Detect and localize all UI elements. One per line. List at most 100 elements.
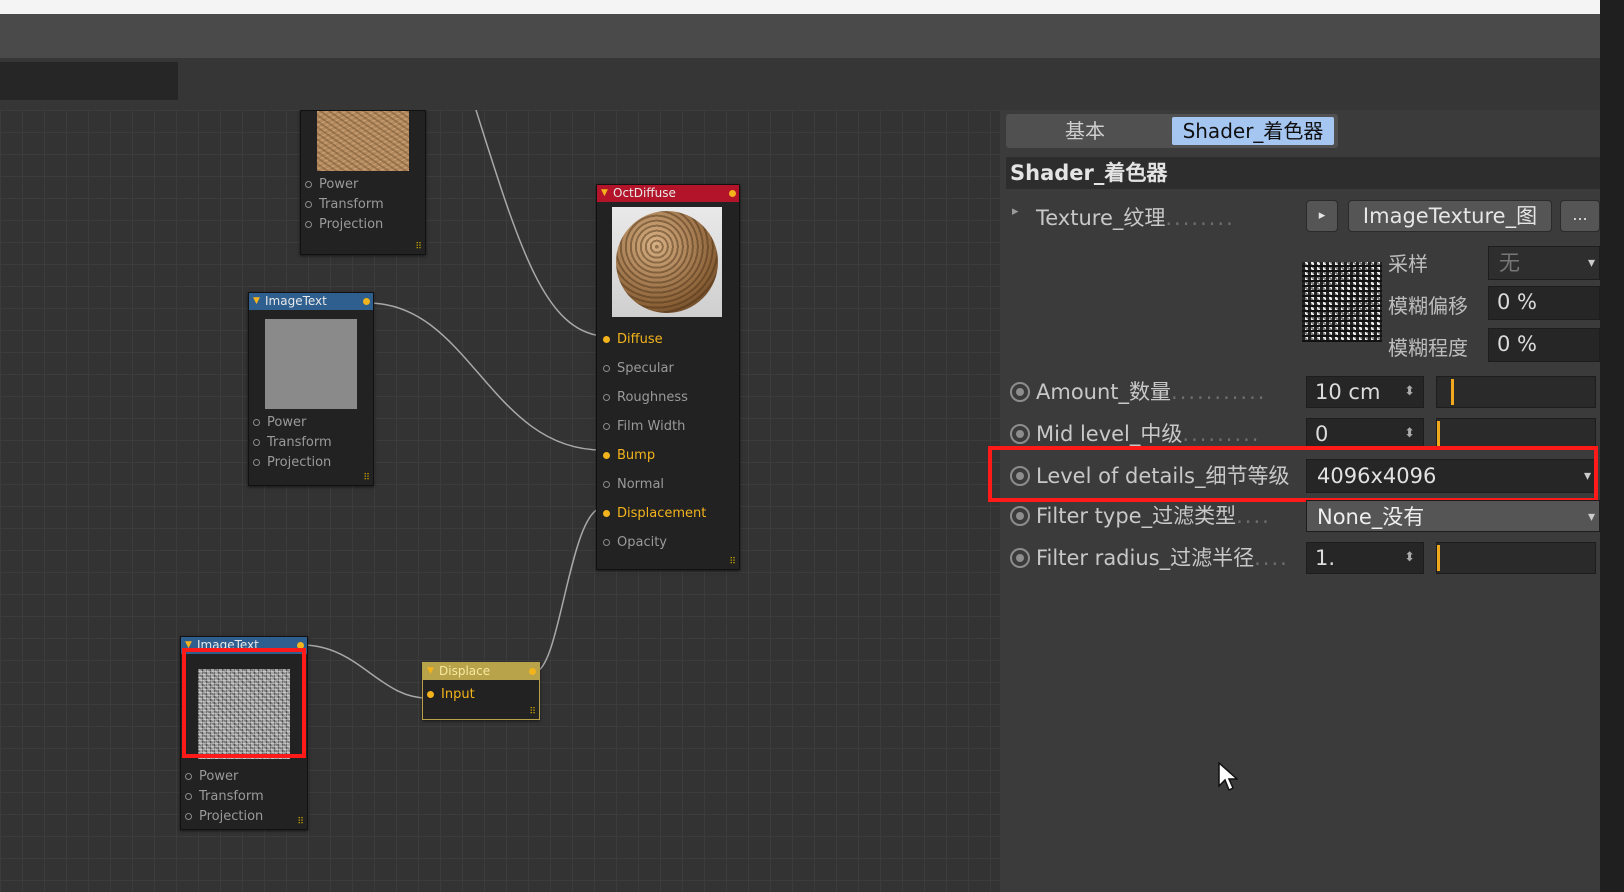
- port-dot-icon: [185, 793, 192, 800]
- texture-thumbnail-sand: [317, 111, 409, 171]
- port-specular[interactable]: Specular: [599, 354, 723, 383]
- port-power[interactable]: Power: [249, 413, 373, 433]
- material-preview: [612, 207, 722, 317]
- port-bump[interactable]: Bump: [599, 441, 723, 470]
- filter-type-label: Filter type_过滤类型....: [1036, 504, 1271, 528]
- highlight-box-thumbnail: [182, 648, 306, 758]
- output-pin-icon[interactable]: [363, 298, 370, 305]
- filter-radius-label: Filter radius_过滤半径....: [1036, 546, 1289, 570]
- port-dot-icon: [185, 773, 192, 780]
- sampling-dropdown[interactable]: 无 ▾: [1488, 246, 1600, 280]
- slider-knob[interactable]: [1437, 421, 1440, 447]
- port-transform[interactable]: Transform: [301, 195, 425, 215]
- output-pin-icon[interactable]: [529, 668, 536, 675]
- texture-more-button[interactable]: ...: [1560, 200, 1600, 232]
- collapse-triangle-icon[interactable]: ▼: [253, 293, 260, 310]
- blur-offset-field[interactable]: 0 %: [1488, 286, 1600, 320]
- texture-arrow-button[interactable]: ▸: [1306, 200, 1338, 232]
- amount-field[interactable]: 10 cm ⬍: [1306, 376, 1424, 408]
- wire-bottom-to-displace: [301, 644, 431, 699]
- title-strip: [0, 14, 1600, 59]
- displace-node[interactable]: ▼ Displace Input ⠿: [422, 662, 540, 720]
- stepper-arrows-icon[interactable]: ⬍: [1404, 377, 1415, 407]
- blur-scale-field[interactable]: 0 %: [1488, 328, 1600, 362]
- material-preview-sphere: [616, 211, 718, 313]
- oct-diffuse-node[interactable]: ▼ OctDiffuse Diffuse Specular Roughness …: [596, 184, 740, 570]
- output-pin-icon[interactable]: [729, 190, 736, 197]
- port-power[interactable]: Power: [301, 175, 425, 195]
- port-dot-icon: [603, 394, 610, 401]
- panel-tabs: 基本 Shader_着色器: [1006, 114, 1338, 148]
- texture-shader-button[interactable]: ImageTexture_图: [1348, 200, 1552, 232]
- node-header[interactable]: ▼ ImageText: [249, 293, 373, 310]
- texture-label: Texture_纹理........: [1036, 206, 1235, 230]
- wire-top-to-diffuse: [475, 110, 603, 337]
- filter-type-radio[interactable]: [1010, 506, 1030, 526]
- resize-handle-icon[interactable]: ⠿: [297, 817, 304, 827]
- amount-slider[interactable]: [1436, 376, 1596, 408]
- mid-level-label: Mid level_中级.........: [1036, 422, 1261, 446]
- image-texture-node-middle[interactable]: ▼ ImageText Power Transform Projection ⠿: [248, 292, 374, 486]
- port-dot-icon: [185, 813, 192, 820]
- attribute-panel: 基本 Shader_着色器 Shader_着色器 ▸ Texture_纹理...…: [988, 110, 1600, 892]
- port-dot-icon: [305, 181, 312, 188]
- port-normal[interactable]: Normal: [599, 470, 723, 499]
- blur-scale-label: 模糊程度: [1388, 336, 1468, 360]
- port-roughness[interactable]: Roughness: [599, 383, 723, 412]
- tab-basic[interactable]: 基本: [1010, 117, 1160, 145]
- port-opacity[interactable]: Opacity: [599, 528, 723, 557]
- port-dot-icon: [603, 336, 610, 343]
- wire-displace-to-displacement: [534, 507, 603, 673]
- mouse-cursor-icon: [1218, 762, 1238, 792]
- collapse-triangle-icon[interactable]: ▼: [601, 185, 608, 202]
- port-dot-icon: [603, 539, 610, 546]
- port-dot-icon: [253, 459, 260, 466]
- node-header[interactable]: ▼ OctDiffuse: [597, 185, 739, 202]
- tab-shader[interactable]: Shader_着色器: [1172, 117, 1334, 145]
- resize-handle-icon[interactable]: ⠿: [363, 473, 370, 483]
- texture-thumbnail-grey: [265, 319, 357, 409]
- port-power[interactable]: Power: [181, 767, 307, 787]
- port-projection[interactable]: Projection: [249, 453, 373, 473]
- port-dot-icon: [305, 201, 312, 208]
- port-film-width[interactable]: Film Width: [599, 412, 723, 441]
- node-header[interactable]: ▼ Displace: [423, 663, 539, 680]
- port-transform[interactable]: Transform: [249, 433, 373, 453]
- port-projection[interactable]: Projection: [301, 215, 425, 235]
- resize-handle-icon[interactable]: ⠿: [415, 242, 422, 252]
- stepper-arrows-icon[interactable]: ⬍: [1404, 543, 1415, 573]
- filter-radius-radio[interactable]: [1010, 548, 1030, 568]
- amount-radio[interactable]: [1010, 382, 1030, 402]
- port-diffuse[interactable]: Diffuse: [599, 325, 723, 354]
- port-input[interactable]: Input: [423, 680, 539, 710]
- port-dot-icon: [603, 510, 610, 517]
- resize-handle-icon[interactable]: ⠿: [529, 707, 536, 717]
- texture-preview-thumbnail: [1302, 262, 1382, 342]
- filter-radius-field[interactable]: 1. ⬍: [1306, 542, 1424, 574]
- resize-handle-icon[interactable]: ⠿: [729, 557, 736, 567]
- sampling-label: 采样: [1388, 252, 1428, 276]
- port-dot-icon: [603, 365, 610, 372]
- collapse-triangle-icon[interactable]: ▼: [427, 663, 434, 680]
- port-dot-icon: [305, 221, 312, 228]
- expand-arrow-icon[interactable]: ▸: [1012, 204, 1019, 219]
- port-dot-icon: [253, 439, 260, 446]
- slider-knob[interactable]: [1451, 379, 1454, 405]
- highlight-box-level-of-details: [988, 446, 1598, 502]
- slider-knob[interactable]: [1437, 545, 1440, 571]
- image-texture-node-top[interactable]: Power Transform Projection ⠿: [300, 110, 426, 255]
- port-transform[interactable]: Transform: [181, 787, 307, 807]
- toolbar-dark-area: [0, 62, 178, 100]
- chevron-down-icon: ▾: [1587, 255, 1595, 271]
- port-dot-icon: [603, 481, 610, 488]
- port-projection[interactable]: Projection: [181, 807, 307, 827]
- port-dot-icon: [603, 452, 610, 459]
- node-graph-canvas[interactable]: Power Transform Projection ⠿ ▼ ImageText…: [0, 110, 1000, 892]
- wire-middle-to-bump: [367, 302, 603, 451]
- filter-radius-slider[interactable]: [1436, 542, 1596, 574]
- stepper-arrows-icon[interactable]: ⬍: [1404, 419, 1415, 449]
- arrow-right-icon: ▸: [1318, 208, 1326, 223]
- filter-type-dropdown[interactable]: None_没有 ▾: [1306, 500, 1600, 532]
- mid-level-radio[interactable]: [1010, 424, 1030, 444]
- port-displacement[interactable]: Displacement: [599, 499, 723, 528]
